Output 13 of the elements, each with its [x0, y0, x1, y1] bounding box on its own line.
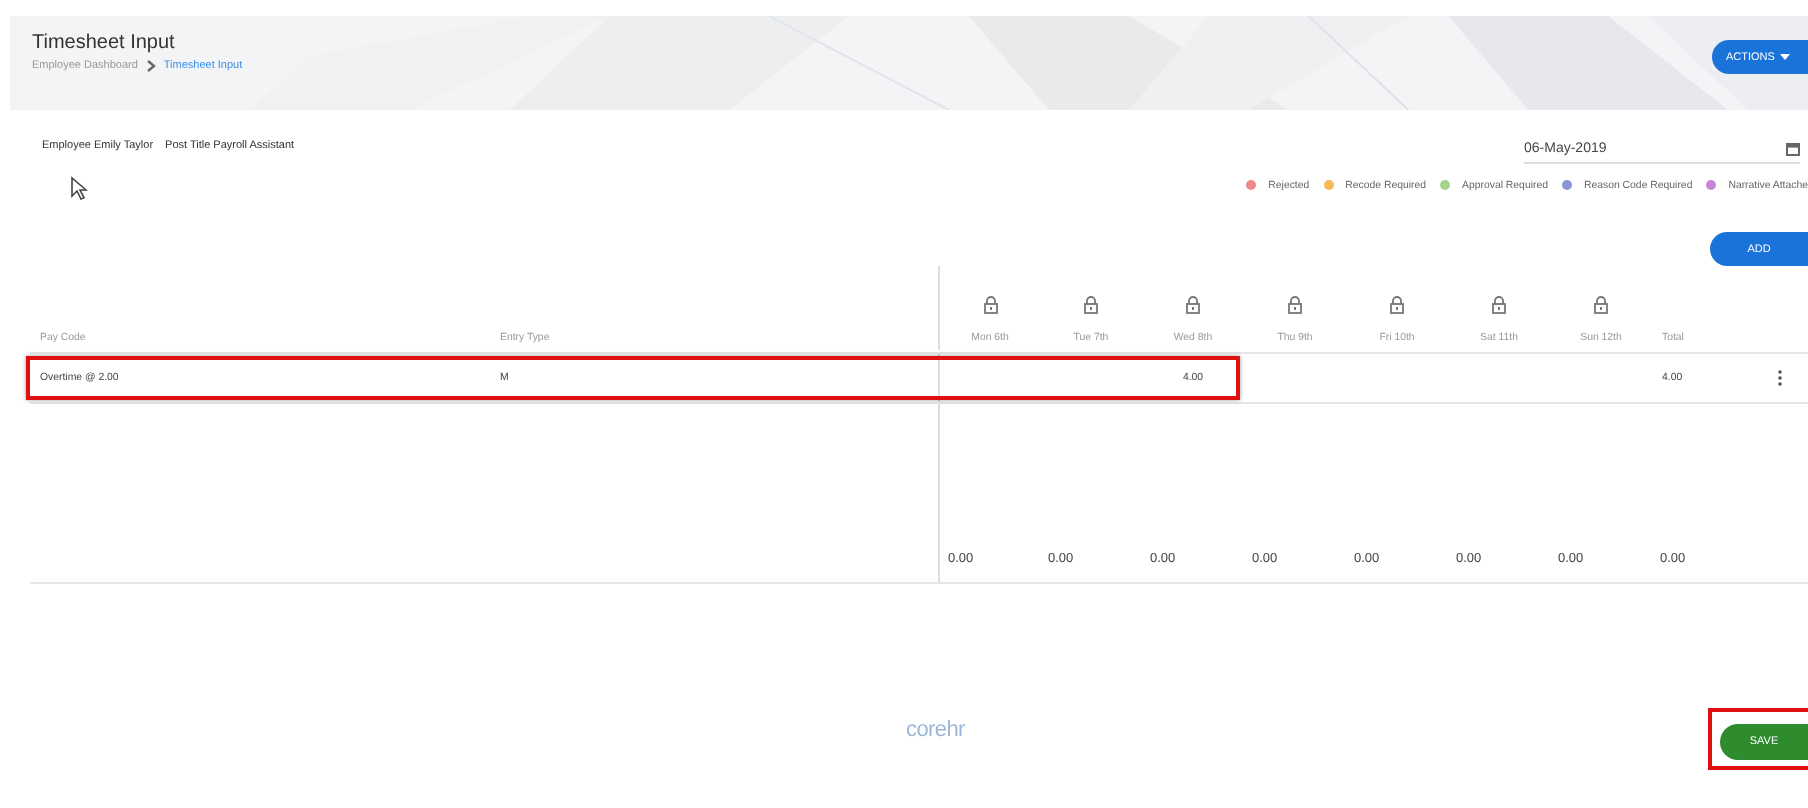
- lock-icon: [1288, 296, 1302, 314]
- page-title: Timesheet Input: [32, 32, 177, 54]
- cursor-icon: [70, 176, 88, 200]
- lock-icon: [1390, 296, 1404, 314]
- lock-icon: [1492, 296, 1506, 314]
- logo: corehr: [906, 718, 965, 742]
- calendar-icon: [1786, 142, 1800, 156]
- lock-icon: [983, 296, 997, 314]
- lock-icon: [1084, 296, 1098, 314]
- lock-icon: [1594, 296, 1608, 314]
- lock-icon: [1186, 296, 1200, 314]
- chevron-icon: [145, 60, 156, 72]
- caret-icon: [1780, 54, 1791, 60]
